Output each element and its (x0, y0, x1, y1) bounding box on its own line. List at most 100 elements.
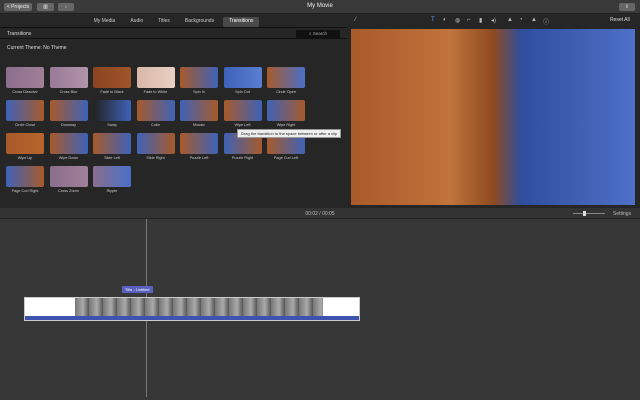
transition-thumbnail (6, 100, 44, 121)
timeline: Title - Untitled (0, 219, 640, 400)
transition-label: Slide Left (104, 156, 120, 160)
transition-circle-open[interactable]: Circle Open (267, 67, 305, 94)
transition-label: Cross Blur (59, 90, 78, 94)
transition-label: Wipe Down (58, 156, 79, 160)
transition-label: Doorway (61, 123, 76, 127)
settings-button[interactable]: Settings (613, 211, 631, 217)
transition-wipe-left[interactable]: Wipe Left (223, 100, 262, 127)
transition-thumbnail (223, 100, 262, 121)
adjustment-toolbar: ⁄ T ◐ ◍ ⌐ ▮ ◂) ▲ ◔ ▲ ⓘ Reset All (347, 15, 640, 27)
transition-spin-in[interactable]: Spin In (180, 67, 218, 94)
transition-thumbnail (93, 67, 131, 88)
transition-label: Slide Right (146, 156, 165, 160)
transition-mosaic[interactable]: Mosaic (180, 100, 218, 127)
section-title: Transitions (7, 31, 32, 37)
magic-wand-icon[interactable]: ⁄ (355, 17, 356, 23)
viewer: ⁄ T ◐ ◍ ⌐ ▮ ◂) ▲ ◔ ▲ ⓘ Reset All (347, 15, 640, 208)
transition-ripple[interactable]: Ripple (93, 166, 131, 193)
top-toolbar: < Projects ▥ ↓ My Movie ⇪ (0, 0, 640, 14)
transition-thumbnail (180, 67, 218, 88)
transition-thumbnail (6, 166, 44, 187)
transition-thumbnail (267, 67, 305, 88)
transition-label: Spin Out (235, 90, 250, 94)
transition-cross-blur[interactable]: Cross Blur (49, 67, 88, 94)
color-correction-icon[interactable]: ◍ (455, 17, 460, 24)
transition-label: Wipe Left (234, 123, 251, 127)
transition-label: Fade to White (143, 90, 168, 94)
transition-thumbnail (49, 166, 88, 187)
search-placeholder: Search (312, 31, 328, 36)
transition-spin-out[interactable]: Spin Out (223, 67, 262, 94)
transition-label: Cross Dissolve (12, 90, 38, 94)
tab-titles[interactable]: Titles (152, 17, 176, 27)
current-theme: Current Theme: No Theme (7, 45, 67, 51)
reset-all-button[interactable]: Reset All (610, 17, 630, 23)
transition-label: Page Curl Left (273, 156, 299, 160)
noise-reduction-icon[interactable]: ▲ (507, 17, 513, 23)
tab-backgrounds[interactable]: Backgrounds (179, 17, 220, 27)
transition-label: Wipe Up (17, 156, 33, 160)
transition-thumbnail (49, 133, 88, 154)
window-title: My Movie (307, 3, 333, 9)
transition-puzzle-left[interactable]: Puzzle Left (180, 133, 218, 160)
search-input[interactable]: ⌕ Search (296, 30, 340, 38)
crop-icon[interactable]: ⌐ (467, 17, 471, 23)
browser-header: Transitions ⌕ Search (0, 27, 347, 39)
stabilization-icon[interactable]: ▮ (479, 17, 482, 24)
transition-thumbnail (93, 166, 131, 187)
transition-doorway[interactable]: Doorway (49, 100, 88, 127)
video-preview (351, 29, 635, 205)
transition-circle-close[interactable]: Circle Close (6, 100, 44, 127)
transition-cube[interactable]: Cube (136, 100, 175, 127)
tab-audio[interactable]: Audio (124, 17, 149, 27)
transition-label: Circle Close (14, 123, 36, 127)
transition-thumbnail (180, 133, 218, 154)
transition-wipe-down[interactable]: Wipe Down (49, 133, 88, 160)
transition-thumbnail (136, 67, 175, 88)
content-browser: My Media Audio Titles Backgrounds Transition… (0, 15, 347, 208)
tab-my-media[interactable]: My Media (88, 17, 122, 27)
transition-thumbnail (180, 100, 218, 121)
clip-filter-icon[interactable]: ▲ (531, 17, 537, 23)
info-icon[interactable]: ⓘ (543, 17, 549, 26)
transition-thumbnail (49, 67, 88, 88)
zoom-slider[interactable] (573, 211, 605, 216)
transition-slide-right[interactable]: Slide Right (136, 133, 175, 160)
transition-wipe-up[interactable]: Wipe Up (6, 133, 44, 160)
tab-transitions[interactable]: Transitions (223, 17, 260, 27)
tooltip: Drag the transition to the space between… (237, 129, 342, 138)
transition-label: Fade to Black (100, 90, 124, 94)
transition-label: Cross Zoom (58, 189, 79, 193)
transition-thumbnail (6, 67, 44, 88)
share-button[interactable]: ⇪ (619, 3, 635, 11)
transition-slide-left[interactable]: Slide Left (93, 133, 131, 160)
transition-fade-to-white[interactable]: Fade to White (136, 67, 175, 94)
transition-thumbnail (49, 100, 88, 121)
video-clip[interactable] (24, 297, 360, 321)
volume-icon[interactable]: ◂) (491, 17, 496, 24)
transition-label: Mosaic (192, 123, 206, 127)
timeline-bar: 00:02 / 00:05 Settings (0, 208, 640, 219)
transition-label: Page Curl Right (11, 189, 39, 193)
transition-label: Circle Open (275, 90, 297, 94)
browser-tabs: My Media Audio Titles Backgrounds Transition… (0, 15, 347, 27)
transition-page-curl-right[interactable]: Page Curl Right (6, 166, 44, 193)
transition-thumbnail (93, 133, 131, 154)
transition-label: Puzzle Right (231, 156, 254, 160)
transition-cross-dissolve[interactable]: Cross Dissolve (6, 67, 44, 94)
transition-thumbnail (223, 67, 262, 88)
transition-swap[interactable]: Swap (93, 100, 131, 127)
transition-label: Wipe Right (276, 123, 296, 127)
transition-cross-zoom[interactable]: Cross Zoom (49, 166, 88, 193)
title-tool-icon[interactable]: T (431, 17, 435, 23)
color-balance-icon[interactable]: ◐ (443, 17, 447, 23)
transition-label: Puzzle Left (189, 156, 209, 160)
transition-fade-to-black[interactable]: Fade to Black (93, 67, 131, 94)
transition-wipe-right[interactable]: Wipe Right (267, 100, 305, 127)
transition-thumbnail (136, 100, 175, 121)
transition-thumbnail (6, 133, 44, 154)
transition-label: Swap (107, 123, 117, 127)
transition-thumbnail (267, 100, 305, 121)
title-clip[interactable]: Title - Untitled (122, 286, 153, 293)
speed-icon[interactable]: ◔ (519, 17, 523, 23)
